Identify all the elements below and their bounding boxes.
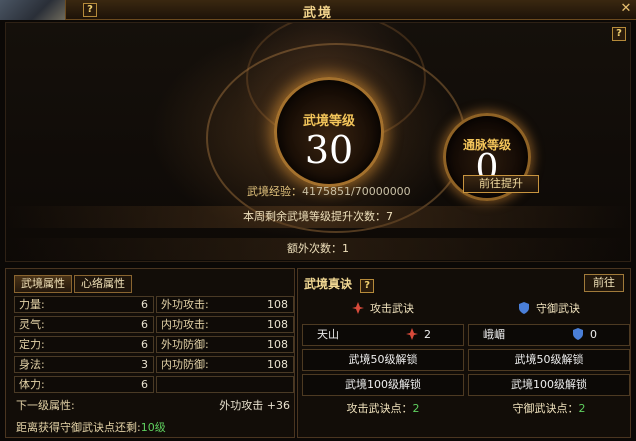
true-art-panel: 武境真诀 ? 前往 攻击武诀 天山 2 武境50级解锁 武境100级解锁 攻击武… bbox=[297, 268, 631, 438]
defense-point-distance: 距离获得守御武诀点还剩:10级 bbox=[16, 419, 166, 435]
true-art-header: 武境真诀 ? bbox=[304, 275, 375, 293]
defense-art-header: 守御武诀 bbox=[468, 297, 630, 321]
defense-skill-count: 0 bbox=[572, 325, 597, 345]
attribute-cell: 内功防御: 108 bbox=[156, 356, 294, 373]
defense-unlock-50-slot[interactable]: 武境50级解锁 bbox=[468, 349, 630, 371]
realm-level-value: 30 bbox=[304, 128, 354, 172]
attack-skill-count: 2 bbox=[406, 325, 431, 345]
distance-label: 距离获得守御武诀点还剩: bbox=[16, 421, 141, 434]
defense-unlock-100-slot[interactable]: 武境100级解锁 bbox=[468, 374, 630, 396]
attribute-cell: 灵气: 6 bbox=[14, 316, 154, 333]
extra-count-text: 额外次数：1 bbox=[5, 238, 631, 260]
attribute-row: 灵气: 6 内功攻击: 108 bbox=[14, 316, 294, 334]
close-button[interactable]: ✕ bbox=[618, 2, 634, 18]
next-level-label: 下一级属性: bbox=[16, 399, 75, 412]
attribute-panel: 武境属性 心络属性 力量: 6 外功攻击: 108 灵气: 6 内功攻击: 108 定力:… bbox=[5, 268, 295, 438]
attribute-row: 身法: 3 内功防御: 108 bbox=[14, 356, 294, 374]
realm-exp-label: 武境经验： bbox=[247, 185, 302, 198]
attribute-row: 力量: 6 外功攻击: 108 bbox=[14, 296, 294, 314]
tab-meridian-attributes[interactable]: 心络属性 bbox=[74, 275, 132, 293]
attack-unlock-50-slot[interactable]: 武境50级解锁 bbox=[302, 349, 464, 371]
attack-unlock-100-slot[interactable]: 武境100级解锁 bbox=[302, 374, 464, 396]
attribute-cell: 外功防御: 108 bbox=[156, 336, 294, 353]
attack-skill-name: 天山 bbox=[317, 328, 339, 341]
realm-level-label: 武境等级 bbox=[302, 114, 355, 129]
attribute-cell: 定力: 6 bbox=[14, 336, 154, 353]
shield-icon bbox=[519, 302, 529, 314]
next-level-attribute: 下一级属性: 外功攻击 +36 bbox=[16, 397, 292, 413]
window-title: 武境 bbox=[302, 6, 333, 21]
shield-icon bbox=[573, 328, 583, 340]
defense-skill-slot[interactable]: 峨嵋 0 bbox=[468, 324, 630, 346]
distance-value: 10级 bbox=[140, 421, 166, 434]
weekly-remaining-text: 本周剩余武境等级提升次数：7 bbox=[5, 206, 631, 228]
attribute-tabs: 武境属性 心络属性 bbox=[14, 275, 134, 293]
attribute-cell bbox=[156, 376, 294, 393]
attack-skill-slot[interactable]: 天山 2 bbox=[302, 324, 464, 346]
attribute-row: 体力: 6 bbox=[14, 376, 294, 394]
true-art-title: 武境真诀 bbox=[304, 277, 353, 291]
realm-level-orb: 武境等级 30 bbox=[274, 77, 384, 187]
attribute-cell: 外功攻击: 108 bbox=[156, 296, 294, 313]
attribute-cell: 力量: 6 bbox=[14, 296, 154, 313]
realm-exp: 武境经验：4175851/70000000 bbox=[247, 183, 411, 199]
attribute-cell: 身法: 3 bbox=[14, 356, 154, 373]
goto-button[interactable]: 前往 bbox=[584, 274, 624, 292]
art-help-button[interactable]: ? bbox=[612, 27, 626, 41]
attribute-cell: 内功攻击: 108 bbox=[156, 316, 294, 333]
attack-emblem-icon bbox=[406, 328, 418, 340]
next-level-value: 外功攻击 +36 bbox=[219, 399, 290, 412]
defense-skill-name: 峨嵋 bbox=[483, 328, 505, 341]
attack-art-column: 攻击武诀 天山 2 武境50级解锁 武境100级解锁 攻击武诀点：2 bbox=[302, 297, 464, 419]
realm-exp-value: 4175851/70000000 bbox=[302, 185, 411, 198]
defense-art-column: 守御武诀 峨嵋 0 武境50级解锁 武境100级解锁 守御武诀点：2 bbox=[468, 297, 630, 419]
attack-points: 攻击武诀点：2 bbox=[346, 402, 420, 415]
attack-art-header: 攻击武诀 bbox=[302, 297, 464, 321]
true-art-help-button[interactable]: ? bbox=[360, 279, 375, 293]
title-bar: ? 武境 ✕ bbox=[0, 0, 636, 21]
defense-points: 守御武诀点：2 bbox=[512, 402, 586, 415]
attribute-cell: 体力: 6 bbox=[14, 376, 154, 393]
tab-realm-attributes[interactable]: 武境属性 bbox=[14, 275, 72, 293]
goto-upgrade-button[interactable]: 前往提升 bbox=[463, 175, 539, 193]
attack-emblem-icon bbox=[352, 302, 364, 314]
attribute-row: 定力: 6 外功防御: 108 bbox=[14, 336, 294, 354]
